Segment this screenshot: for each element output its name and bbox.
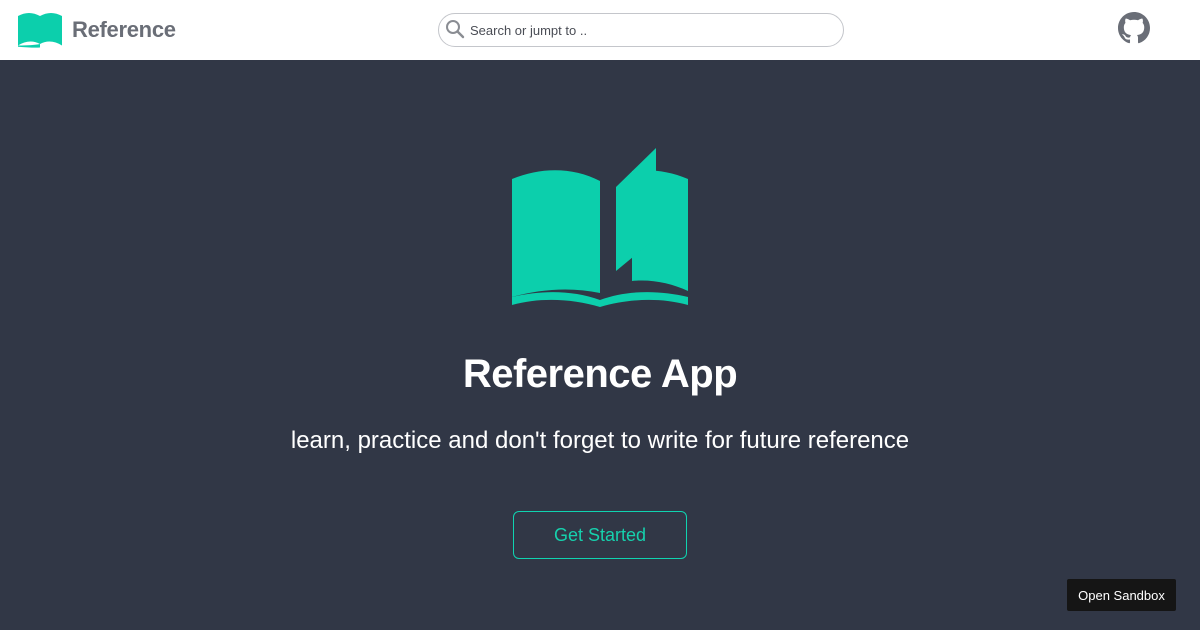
github-link[interactable] [1118,12,1150,44]
get-started-button[interactable]: Get Started [513,511,687,559]
hero-title: Reference App [462,352,738,396]
search-icon [446,20,465,39]
open-book-icon [512,148,688,307]
brand-link[interactable]: Reference [17,8,176,48]
open-sandbox-button[interactable]: Open Sandbox [1067,579,1176,611]
search-box [438,13,844,47]
top-navbar: Reference [0,0,1200,60]
search-input[interactable] [470,14,830,46]
github-icon [1118,12,1150,44]
open-book-icon [18,13,62,48]
brand-name: Reference [72,17,176,42]
hero-subtitle: learn, practice and don't forget to writ… [290,427,910,454]
